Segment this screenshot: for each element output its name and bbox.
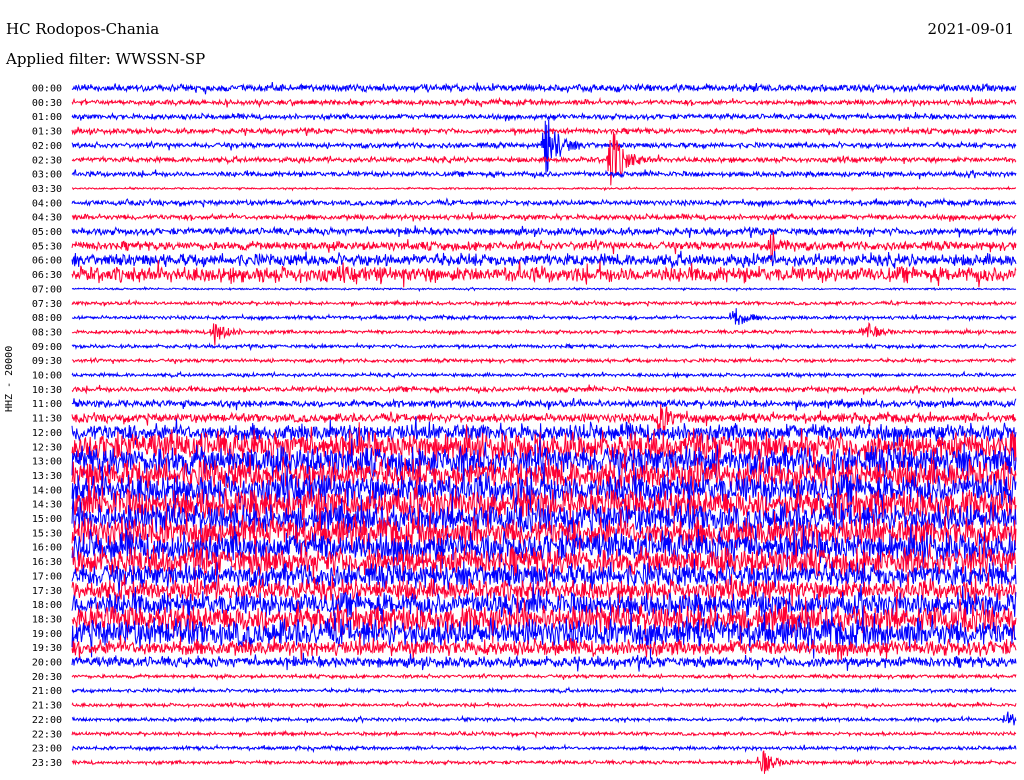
seismic-trace <box>71 370 1017 379</box>
seismic-trace <box>71 82 1017 95</box>
seismic-trace <box>71 232 1017 263</box>
seismic-trace <box>71 299 1017 308</box>
time-tick-label: 04:30 <box>32 213 62 224</box>
time-tick-label: 06:00 <box>32 256 62 267</box>
seismic-trace <box>71 652 1017 672</box>
seismic-trace <box>71 185 1017 192</box>
seismic-trace <box>71 260 1017 288</box>
time-tick-label: 05:00 <box>32 227 62 238</box>
time-tick-label: 01:00 <box>32 112 62 123</box>
seismic-trace <box>71 225 1017 239</box>
seismic-trace <box>71 96 1017 109</box>
time-tick-label: 23:30 <box>32 758 62 769</box>
seismic-trace <box>71 126 1017 137</box>
time-tick-label: 14:00 <box>32 485 62 496</box>
time-tick-label: 02:00 <box>32 141 62 152</box>
time-tick-label: 13:00 <box>32 457 62 468</box>
seismogram-plot: 00:00 00:30 01:00 01:30 02:00 02:30 03:00 03:30… <box>32 82 1017 774</box>
time-tick-label: 16:30 <box>32 557 62 568</box>
time-tick-label: 11:00 <box>32 399 62 410</box>
time-tick-label: 23:00 <box>32 744 62 755</box>
seismic-trace <box>71 212 1017 222</box>
time-tick-label: 00:30 <box>32 98 62 109</box>
time-tick-label: 17:00 <box>32 571 62 582</box>
time-tick-label: 15:00 <box>32 514 62 525</box>
seismic-trace <box>71 308 1017 325</box>
time-tick-label: 21:30 <box>32 701 62 712</box>
time-tick-label: 12:30 <box>32 442 62 453</box>
seismic-trace <box>71 672 1017 681</box>
time-tick-label: 19:30 <box>32 643 62 654</box>
time-tick-label: 15:30 <box>32 528 62 539</box>
time-tick-label: 20:00 <box>32 658 62 669</box>
seismic-trace <box>71 111 1017 122</box>
time-tick-label: 03:30 <box>32 184 62 195</box>
time-tick-label: 18:30 <box>32 614 62 625</box>
time-tick-label: 08:00 <box>32 313 62 324</box>
time-tick-label: 20:30 <box>32 672 62 683</box>
seismic-trace <box>71 397 1017 411</box>
seismic-trace <box>71 250 1017 269</box>
time-tick-label: 10:30 <box>32 385 62 396</box>
seismic-trace <box>71 322 1017 346</box>
trace-group <box>71 82 1017 774</box>
time-tick-label: 09:30 <box>32 356 62 367</box>
time-tick-label: 21:00 <box>32 686 62 697</box>
time-tick-label: 02:30 <box>32 155 62 166</box>
time-tick-label: 09:00 <box>32 342 62 353</box>
seismic-trace <box>71 743 1017 754</box>
time-tick-label: 12:00 <box>32 428 62 439</box>
time-tick-label: 01:30 <box>32 127 62 138</box>
seismic-trace <box>71 711 1017 726</box>
time-tick-label: 05:30 <box>32 241 62 252</box>
seismic-trace <box>71 384 1017 395</box>
time-tick-label: 17:30 <box>32 586 62 597</box>
time-tick-label: 16:00 <box>32 543 62 554</box>
time-tick-label: 00:00 <box>32 84 62 95</box>
seismic-trace <box>71 169 1017 180</box>
time-tick-label: 10:00 <box>32 371 62 382</box>
time-tick-label: 04:00 <box>32 198 62 209</box>
seismic-trace <box>71 197 1017 208</box>
seismic-trace <box>71 356 1017 365</box>
tick-label-group: 00:00 00:30 01:00 01:30 02:00 02:30 03:00 03:30… <box>32 84 62 769</box>
seismic-trace <box>71 285 1017 293</box>
time-tick-label: 07:30 <box>32 299 62 310</box>
seismic-trace <box>71 342 1017 352</box>
time-tick-label: 06:30 <box>32 270 62 281</box>
seismic-trace <box>71 729 1017 739</box>
time-tick-label: 14:30 <box>32 500 62 511</box>
seismic-trace <box>71 119 1017 175</box>
seismic-trace <box>71 750 1017 774</box>
seismic-trace <box>71 686 1017 695</box>
time-tick-label: 19:00 <box>32 629 62 640</box>
time-tick-label: 11:30 <box>32 414 62 425</box>
time-tick-label: 13:30 <box>32 471 62 482</box>
time-tick-label: 22:30 <box>32 729 62 740</box>
time-tick-label: 03:00 <box>32 170 62 181</box>
seismic-trace <box>71 700 1017 710</box>
time-tick-label: 18:00 <box>32 600 62 611</box>
time-tick-label: 07:00 <box>32 284 62 295</box>
time-tick-label: 22:00 <box>32 715 62 726</box>
time-tick-label: 08:30 <box>32 327 62 338</box>
